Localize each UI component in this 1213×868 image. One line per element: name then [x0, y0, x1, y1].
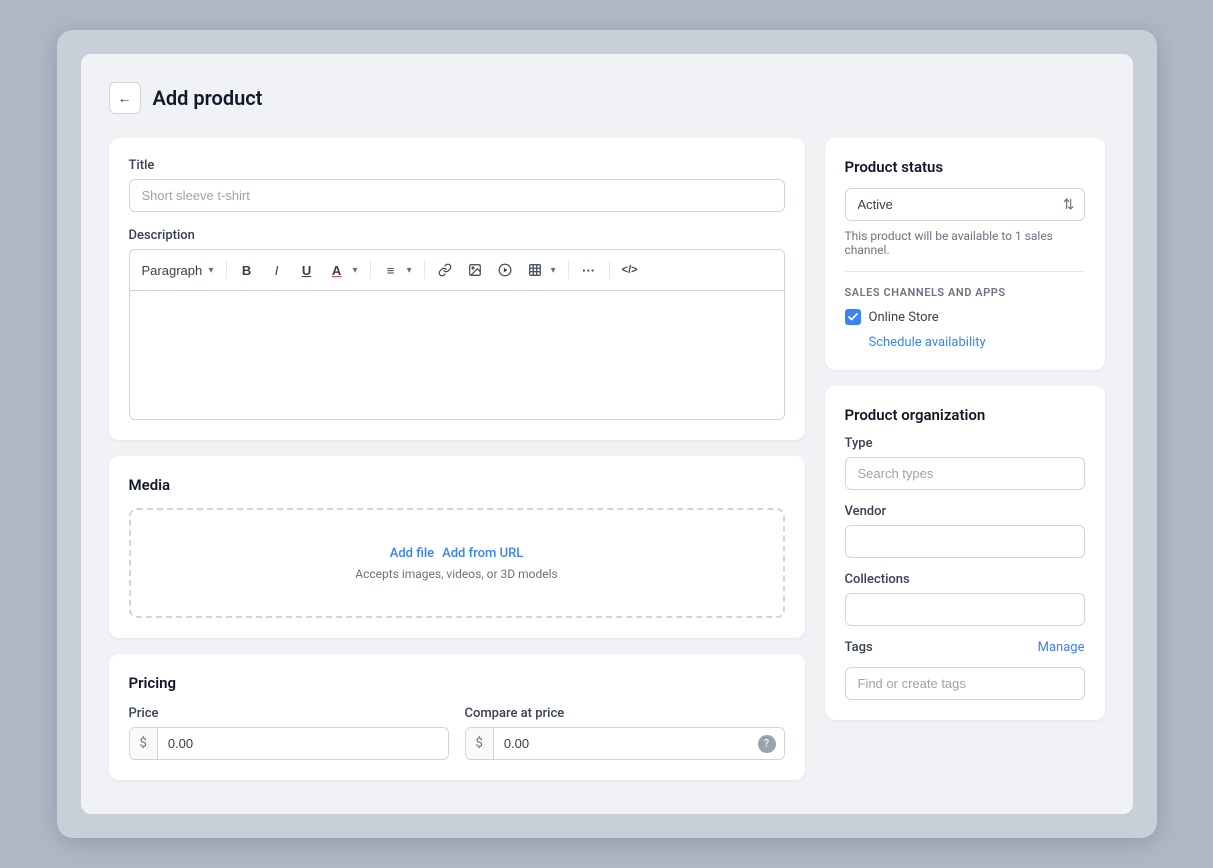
- toolbar-divider-1: [226, 261, 227, 279]
- status-select[interactable]: Active Draft: [845, 188, 1085, 221]
- compare-input-wrap: $ ?: [465, 727, 785, 760]
- status-hint: This product will be available to 1 sale…: [845, 229, 1085, 257]
- compare-price-input[interactable]: [494, 728, 758, 759]
- video-button[interactable]: [491, 256, 519, 284]
- color-chevron-icon: ▾: [353, 265, 358, 276]
- right-column: Product status Active Draft ⇅ This produ…: [825, 138, 1105, 720]
- status-select-wrap: Active Draft ⇅: [845, 188, 1085, 221]
- price-input[interactable]: [158, 728, 448, 759]
- price-input-wrap: $: [129, 727, 449, 760]
- collections-field: Collections: [845, 572, 1085, 626]
- product-status-title: Product status: [845, 158, 1085, 176]
- image-button[interactable]: [461, 256, 489, 284]
- online-store-label: Online Store: [869, 310, 939, 325]
- type-field: Type: [845, 436, 1085, 490]
- align-button[interactable]: ≡: [377, 256, 405, 284]
- color-button[interactable]: A: [323, 256, 351, 284]
- pricing-card: Pricing Price $ Compare at price: [109, 654, 805, 780]
- page-header: ← Add product: [109, 82, 1105, 114]
- left-column: Title Description Paragraph ▾ B I U A ▾: [109, 138, 805, 780]
- tags-field: Tags Manage: [845, 640, 1085, 700]
- add-from-url-link[interactable]: Add from URL: [442, 546, 523, 561]
- manage-tags-link[interactable]: Manage: [1038, 640, 1085, 655]
- help-icon[interactable]: ?: [758, 735, 776, 753]
- product-status-card: Product status Active Draft ⇅ This produ…: [825, 138, 1105, 370]
- price-prefix: $: [130, 728, 158, 759]
- product-organization-card: Product organization Type Vendor Collect…: [825, 386, 1105, 720]
- page-title: Add product: [153, 86, 263, 110]
- code-button[interactable]: </>: [616, 256, 644, 284]
- media-actions: Add file Add from URL: [390, 546, 524, 561]
- price-label: Price: [129, 706, 449, 721]
- tags-label: Tags: [845, 640, 873, 655]
- compare-prefix: $: [466, 728, 494, 759]
- media-card: Media Add file Add from URL Accepts imag…: [109, 456, 805, 638]
- tags-input[interactable]: [845, 667, 1085, 700]
- online-store-checkbox[interactable]: [845, 309, 861, 325]
- channel-row: Online Store: [845, 309, 1085, 325]
- section-divider: [845, 271, 1085, 272]
- product-org-title: Product organization: [845, 406, 1085, 424]
- vendor-field: Vendor: [845, 504, 1085, 558]
- toolbar-divider-3: [424, 261, 425, 279]
- paragraph-select[interactable]: Paragraph: [138, 261, 207, 280]
- toolbar-divider-4: [568, 261, 569, 279]
- type-label: Type: [845, 436, 1085, 451]
- media-dropzone[interactable]: Add file Add from URL Accepts images, vi…: [129, 508, 785, 618]
- media-title: Media: [129, 476, 785, 494]
- outer-container: ← Add product Title Description Paragrap…: [57, 30, 1157, 838]
- vendor-label: Vendor: [845, 504, 1085, 519]
- tags-header: Tags Manage: [845, 640, 1085, 655]
- collections-label: Collections: [845, 572, 1085, 587]
- add-file-link[interactable]: Add file: [390, 546, 434, 561]
- table-button[interactable]: [521, 256, 549, 284]
- description-editor[interactable]: [129, 290, 785, 420]
- back-button[interactable]: ←: [109, 82, 141, 114]
- collections-input[interactable]: [845, 593, 1085, 626]
- toolbar-divider-2: [370, 261, 371, 279]
- media-hint: Accepts images, videos, or 3D models: [355, 567, 558, 581]
- link-button[interactable]: [431, 256, 459, 284]
- title-label: Title: [129, 158, 785, 173]
- price-row: Price $ Compare at price $ ?: [129, 706, 785, 760]
- compare-label: Compare at price: [465, 706, 785, 721]
- description-label: Description: [129, 228, 785, 243]
- title-description-card: Title Description Paragraph ▾ B I U A ▾: [109, 138, 805, 440]
- bold-button[interactable]: B: [233, 256, 261, 284]
- main-layout: Title Description Paragraph ▾ B I U A ▾: [109, 138, 1105, 780]
- italic-button[interactable]: I: [263, 256, 291, 284]
- title-input[interactable]: [129, 179, 785, 212]
- schedule-availability-link[interactable]: Schedule availability: [869, 335, 986, 350]
- pricing-title: Pricing: [129, 674, 785, 692]
- type-input[interactable]: [845, 457, 1085, 490]
- underline-button[interactable]: U: [293, 256, 321, 284]
- toolbar-divider-5: [609, 261, 610, 279]
- sales-channels-title: SALES CHANNELS AND APPS: [845, 286, 1085, 299]
- table-chevron-icon: ▾: [551, 265, 556, 276]
- price-field: Price $: [129, 706, 449, 760]
- editor-toolbar: Paragraph ▾ B I U A ▾ ≡ ▾: [129, 249, 785, 290]
- page-wrapper: ← Add product Title Description Paragrap…: [81, 54, 1133, 814]
- paragraph-chevron-icon: ▾: [209, 265, 214, 276]
- vendor-input[interactable]: [845, 525, 1085, 558]
- align-chevron-icon: ▾: [407, 265, 412, 276]
- more-button[interactable]: ···: [575, 256, 603, 284]
- compare-price-field: Compare at price $ ?: [465, 706, 785, 760]
